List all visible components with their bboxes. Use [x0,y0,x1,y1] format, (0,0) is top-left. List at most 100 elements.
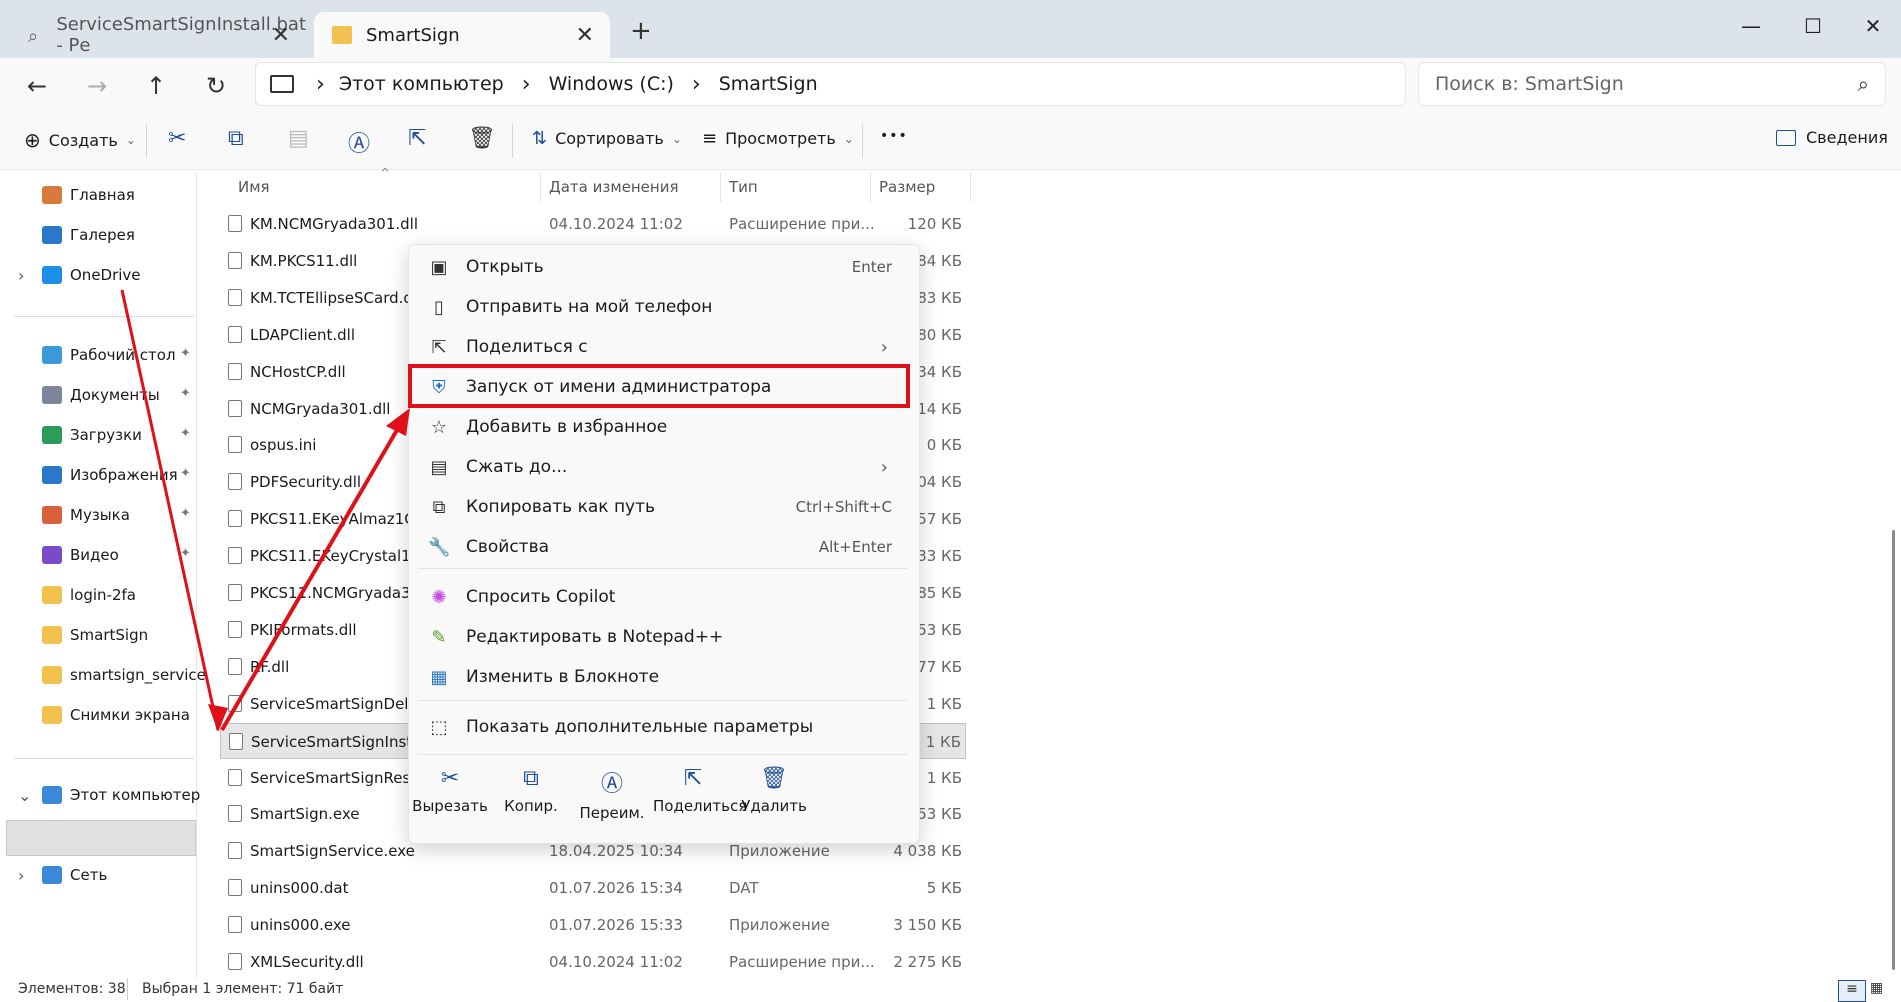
pin-icon[interactable]: ✦ [180,346,191,361]
pin-icon[interactable]: ✦ [180,466,191,481]
menu-item-label: Свойства [466,537,550,557]
quick-action-button[interactable]: Ⓐ Переим. [572,766,652,822]
column-header-name[interactable]: Имя [238,178,270,196]
sidebar-item[interactable]: › Сеть [18,860,107,890]
folder-icon [42,706,62,724]
delete-icon[interactable]: 🗑 [468,126,496,151]
details-button[interactable]: Сведения [1776,128,1888,147]
sidebar-item[interactable]: Рабочий стол [42,340,176,370]
file-row[interactable]: unins000.dat 01.07.2026 15:34 DAT 5 КБ [220,870,966,906]
sidebar-item[interactable]: Главная [42,180,135,210]
close-icon[interactable]: ✕ [272,23,290,48]
menu-item[interactable]: ▤ Сжать до... › [418,449,908,485]
details-pane-icon [1776,129,1796,146]
sidebar-item[interactable]: Музыка [42,500,130,530]
file-row[interactable]: KM.NCMGryada301.dll 04.10.2024 11:02 Расши… [220,206,966,242]
column-divider[interactable] [720,172,721,202]
sidebar-item[interactable]: Видео [42,540,119,570]
sidebar-item[interactable]: Галерея [42,220,135,250]
breadcrumb-item[interactable]: SmartSign [719,73,818,95]
menu-item[interactable]: ⧉ Копировать как путь Ctrl+Shift+C [418,489,908,525]
address-bar[interactable]: › Этот компьютер › Windows (C:) › SmartS… [255,62,1406,106]
more-button[interactable]: ••• [880,128,908,144]
menu-item[interactable]: ▦ Изменить в Блокноте [418,659,908,695]
sidebar-item[interactable]: smartsign_service [42,660,206,690]
sidebar-item[interactable]: login-2fa [42,580,136,610]
sidebar-item-label: login-2fa [70,586,136,604]
column-divider[interactable] [970,172,971,202]
chevron-down-icon[interactable]: ⌄ [18,786,31,805]
file-name: SmartSignService.exe [250,842,415,861]
cut-icon[interactable]: ✂ [168,126,186,151]
sidebar-item[interactable]: ⌄ Этот компьютер [18,780,200,810]
file-row[interactable]: XMLSecurity.dll 04.10.2024 11:02 Расширени… [220,944,966,980]
folder-icon [42,586,62,604]
selection-info: Выбран 1 элемент: 71 байт [142,981,344,997]
back-button[interactable]: ← [22,72,52,100]
column-divider[interactable] [870,172,871,202]
pin-icon[interactable]: ✦ [180,386,191,401]
quick-action-button[interactable]: ⇱ Поделиться [653,766,747,815]
maximize-button[interactable]: ☐ [1788,8,1838,44]
paste-icon[interactable]: ▤ [288,126,309,151]
menu-item[interactable]: ▣ Открыть Enter [418,249,908,285]
column-header-date[interactable]: Дата изменения [549,178,679,196]
file-name: LDAPClient.dll [250,325,355,344]
sidebar-item[interactable]: Загрузки [42,420,142,450]
sort-button[interactable]: ⇅ Сортировать ⌄ [532,128,682,149]
quick-action-button[interactable]: 🗑 Удалить [734,766,814,815]
menu-item[interactable]: ⇱ Поделиться с › [418,329,908,365]
column-divider[interactable] [540,172,541,202]
computer-icon [42,786,62,804]
minimize-button[interactable]: — [1726,8,1776,44]
menu-item-label: Сжать до... [466,457,568,477]
forward-button[interactable]: → [82,72,112,100]
close-icon[interactable]: ✕ [576,23,594,48]
tiles-view-icon[interactable]: ▦ [1870,980,1883,996]
gallery-icon [42,226,62,244]
sidebar-item-label: Документы [70,386,160,404]
share-icon[interactable]: ⇱ [408,126,426,151]
tab-notepad[interactable]: ⌕ ServiceSmartSignInstall.bat - Ре ✕ [10,12,306,58]
breadcrumb-item[interactable]: Windows (C:) [549,73,674,95]
computer-icon [270,75,294,93]
details-view-icon[interactable]: ≡ [1838,980,1866,1002]
up-button[interactable]: ↑ [141,72,171,100]
breadcrumb-item[interactable]: Этот компьютер [339,73,504,95]
column-header-type[interactable]: Тип [729,178,758,196]
scrollbar-thumb[interactable] [1892,530,1895,970]
search-input[interactable]: Поиск в: SmartSign ⌕ [1418,62,1886,106]
chevron-right-icon[interactable]: › [18,266,24,285]
file-date: 01.07.2026 15:34 [549,879,683,898]
menu-item[interactable]: ✎ Редактировать в Notepad++ [418,619,908,655]
menu-item[interactable]: 🔧 Свойства Alt+Enter [418,529,908,565]
pin-icon[interactable]: ✦ [180,506,191,521]
sidebar-item[interactable]: Документы [42,380,160,410]
quick-action-button[interactable]: ✂ Вырезать [410,766,490,815]
sidebar-item[interactable]: Изображения [42,460,178,490]
menu-item[interactable]: ⬚ Показать дополнительные параметры [418,709,908,745]
quick-action-button[interactable]: ⧉ Копир. [491,766,571,815]
menu-item[interactable]: ✺ Спросить Copilot [418,579,908,615]
pin-icon[interactable]: ✦ [180,426,191,441]
column-header-size[interactable]: Размер [879,178,935,196]
tab-smartsign[interactable]: SmartSign ✕ [314,12,610,58]
sidebar-item[interactable]: Снимки экрана [42,700,190,730]
close-window-button[interactable]: ✕ [1848,8,1898,44]
view-button[interactable]: ≡ Просмотреть ⌄ [702,128,854,149]
rename-icon[interactable]: Ⓐ [348,126,370,158]
quick-action-label: Переим. [579,804,645,822]
sidebar-item[interactable]: SmartSign [42,620,148,650]
file-row[interactable]: unins000.exe 01.07.2026 15:33 Приложение 3 … [220,907,966,943]
chevron-right-icon[interactable]: › [18,866,24,885]
file-type: Приложение [729,916,830,935]
menu-item[interactable]: ▯ Отправить на мой телефон [418,289,908,325]
pin-icon[interactable]: ✦ [180,546,191,561]
copy-icon[interactable]: ⧉ [228,126,244,151]
refresh-button[interactable]: ↻ [201,72,231,100]
create-button[interactable]: ⊕ Создать ⌄ [24,128,136,152]
details-label: Сведения [1806,128,1888,147]
new-tab-button[interactable]: + [630,16,652,46]
menu-item[interactable]: ☆ Добавить в избранное [418,409,908,445]
sidebar-item[interactable]: › OneDrive [18,260,141,290]
